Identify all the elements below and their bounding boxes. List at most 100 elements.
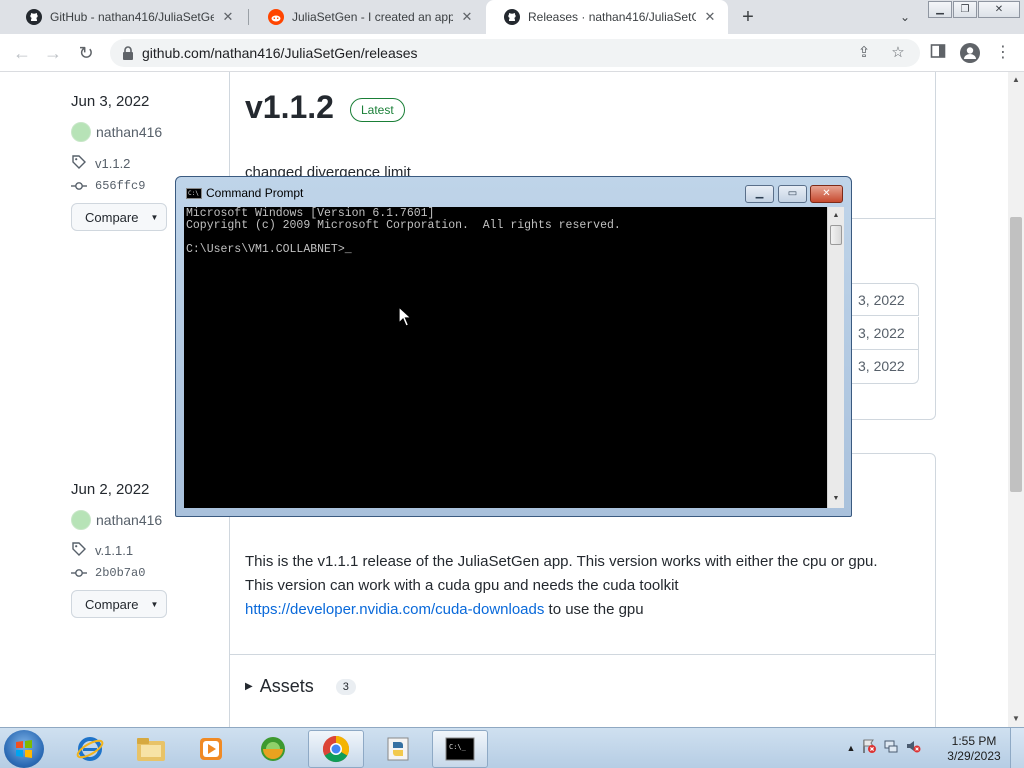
- scrollbar-thumb[interactable]: [1010, 217, 1022, 492]
- page-scrollbar[interactable]: ▲ ▼: [1008, 72, 1024, 727]
- cmd-app-icon: C:\: [186, 188, 202, 199]
- commit-hash: 656ffc9: [95, 179, 146, 193]
- forward-arrow-icon[interactable]: →: [41, 41, 65, 65]
- scroll-up-arrow-icon[interactable]: ▲: [828, 208, 844, 224]
- bookmark-star-icon[interactable]: ☆: [890, 45, 906, 61]
- avatar: [71, 122, 91, 142]
- cuda-download-link[interactable]: https://developer.nvidia.com/cuda-downlo…: [245, 601, 544, 618]
- command-prompt-window[interactable]: C:\ Command Prompt ▁ ▭ ✕ Microsoft Windo…: [175, 176, 852, 517]
- profile-avatar-icon[interactable]: [960, 43, 980, 63]
- tab-title: GitHub - nathan416/JuliaSetGen: [50, 10, 214, 24]
- scroll-up-arrow-icon[interactable]: ▲: [1008, 72, 1024, 88]
- scroll-down-arrow-icon[interactable]: ▼: [1008, 711, 1024, 727]
- cmd-title: Command Prompt: [206, 186, 304, 200]
- author-name: nathan416: [96, 512, 163, 528]
- body-line: This version can work with a cuda gpu an…: [245, 577, 679, 594]
- scroll-down-arrow-icon[interactable]: ▼: [828, 491, 844, 507]
- svg-text:C:\_: C:\_: [449, 743, 467, 751]
- side-panel-icon[interactable]: [928, 43, 948, 63]
- latest-badge: Latest: [350, 98, 405, 122]
- reload-icon[interactable]: ↻: [74, 41, 98, 65]
- windows-taskbar: C:\_ ▲ 1:55 PM 3/29/2023: [0, 727, 1024, 768]
- release-author[interactable]: nathan416: [71, 122, 162, 142]
- restore-button[interactable]: ❐: [953, 1, 977, 18]
- url-text: github.com/nathan416/JuliaSetGen/release…: [142, 45, 418, 61]
- cmd-minimize-button[interactable]: ▁: [745, 185, 774, 203]
- tab-divider: [248, 9, 249, 25]
- body-line: https://developer.nvidia.com/cuda-downlo…: [245, 598, 925, 622]
- cmd-scrollbar[interactable]: ▲ ▼: [827, 207, 844, 508]
- windows-explorer-icon[interactable]: [123, 730, 179, 768]
- tab-releases[interactable]: Releases · nathan416/JuliaSetGen ✕: [486, 0, 728, 34]
- cmd-maximize-button[interactable]: ▭: [778, 185, 807, 203]
- release-tag[interactable]: v1.1.2: [71, 155, 130, 171]
- action-center-flag-icon[interactable]: [858, 738, 880, 759]
- show-hidden-icons-chevron-icon[interactable]: ▲: [844, 743, 858, 753]
- github-icon: [504, 9, 520, 25]
- lock-icon: [120, 45, 136, 61]
- browser-tabstrip: GitHub - nathan416/JuliaSetGen ✕ JuliaSe…: [0, 0, 1024, 34]
- back-arrow-icon[interactable]: ←: [10, 41, 34, 65]
- release-commit[interactable]: 2b0b7a0: [71, 565, 145, 581]
- close-tab-icon[interactable]: ✕: [702, 9, 718, 25]
- release-date: Jun 2, 2022: [71, 481, 150, 498]
- github-icon: [26, 9, 42, 25]
- release-tag[interactable]: v.1.1.1: [71, 542, 133, 558]
- browser-toolbar: ← → ↻ github.com/nathan416/JuliaSetGen/r…: [0, 34, 1024, 72]
- show-desktop-button[interactable]: [1010, 728, 1024, 768]
- reddit-icon: [268, 9, 284, 25]
- kebab-menu-icon[interactable]: ⋮: [993, 43, 1013, 63]
- asset-date: 3, 2022: [845, 317, 919, 350]
- divider: [230, 654, 935, 655]
- compare-label: Compare: [85, 596, 139, 612]
- start-button[interactable]: [4, 730, 44, 768]
- tag-icon: [71, 155, 87, 171]
- tag-name: v.1.1.1: [95, 542, 134, 558]
- media-player-icon[interactable]: [183, 730, 239, 768]
- compare-label: Compare: [85, 209, 139, 225]
- tab-github-repo[interactable]: GitHub - nathan416/JuliaSetGen ✕: [8, 0, 246, 34]
- commit-icon: [71, 178, 87, 194]
- commit-hash: 2b0b7a0: [95, 566, 146, 580]
- windows-logo-icon: [16, 740, 32, 758]
- compare-button[interactable]: Compare ▼: [71, 203, 167, 231]
- assets-count-badge: 3: [335, 678, 356, 695]
- release-commit[interactable]: 656ffc9: [71, 178, 145, 194]
- address-bar[interactable]: github.com/nathan416/JuliaSetGen/release…: [110, 39, 920, 67]
- tab-reddit-post[interactable]: JuliaSetGen - I created an app to ✕: [250, 0, 485, 34]
- caret-down-icon: ▼: [150, 212, 159, 222]
- scrollbar-thumb[interactable]: [830, 225, 842, 245]
- network-icon[interactable]: [880, 738, 902, 759]
- body-line-suffix: to use the gpu: [544, 601, 644, 618]
- close-tab-icon[interactable]: ✕: [459, 9, 475, 25]
- tag-icon: [71, 542, 87, 558]
- close-tab-icon[interactable]: ✕: [220, 9, 236, 25]
- system-tray: ▲: [844, 732, 924, 764]
- python-idle-icon[interactable]: [370, 730, 426, 768]
- firefox-icon[interactable]: [245, 730, 301, 768]
- taskbar-clock[interactable]: 1:55 PM 3/29/2023: [946, 734, 1002, 764]
- body-line: This is the v1.1.1 release of the JuliaS…: [245, 553, 878, 570]
- release-author[interactable]: nathan416: [71, 510, 162, 530]
- tab-title: JuliaSetGen - I created an app to: [292, 10, 453, 24]
- share-icon[interactable]: ⇪: [856, 45, 872, 61]
- cmd-console[interactable]: Microsoft Windows [Version 6.1.7601] Cop…: [184, 207, 827, 508]
- chrome-icon[interactable]: [308, 730, 364, 768]
- cmd-close-button[interactable]: ✕: [810, 185, 843, 203]
- new-tab-button[interactable]: +: [736, 5, 760, 29]
- avatar: [71, 510, 91, 530]
- volume-muted-icon[interactable]: [902, 738, 924, 759]
- internet-explorer-icon[interactable]: [62, 730, 118, 768]
- command-prompt-icon[interactable]: C:\_: [432, 730, 488, 768]
- assets-toggle[interactable]: ▶ Assets 3: [245, 676, 356, 697]
- close-window-button[interactable]: ✕: [978, 1, 1020, 18]
- clock-date: 3/29/2023: [947, 749, 1001, 763]
- cmd-titlebar[interactable]: C:\ Command Prompt ▁ ▭ ✕: [176, 177, 851, 205]
- compare-button[interactable]: Compare ▼: [71, 590, 167, 618]
- asset-date: 3, 2022: [845, 350, 919, 384]
- release-date: Jun 3, 2022: [71, 93, 150, 110]
- tab-search-chevron-icon[interactable]: ⌄: [895, 7, 915, 27]
- release-title[interactable]: v1.1.2: [245, 89, 334, 126]
- minimize-button[interactable]: ▁: [928, 1, 952, 18]
- expand-triangle-icon: ▶: [245, 681, 253, 692]
